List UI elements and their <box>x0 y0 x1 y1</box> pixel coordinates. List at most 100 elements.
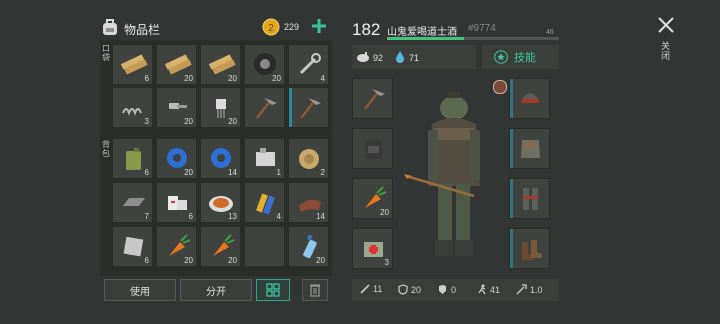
stat-speed: 41 <box>476 284 500 295</box>
durability-bar <box>510 129 513 168</box>
backpack-slot[interactable]: 6 <box>112 138 153 179</box>
close-button[interactable]: 关闭 <box>655 14 677 64</box>
water-value: 71 <box>409 53 420 63</box>
equipment-slot[interactable] <box>509 78 550 119</box>
plus-icon <box>312 19 326 33</box>
backpack-slot[interactable]: 6 <box>112 226 153 267</box>
item-count: 3 <box>384 258 389 267</box>
pocket-slot[interactable]: 20 <box>200 87 241 128</box>
pocket-slot[interactable]: 20 <box>244 44 285 85</box>
backpack-slot[interactable]: 14 <box>200 138 241 179</box>
quick-slot[interactable] <box>352 78 393 119</box>
xp-bar-fill <box>387 37 465 40</box>
item-count: 20 <box>184 168 193 177</box>
pocket-slot[interactable] <box>288 87 329 128</box>
sword-icon <box>360 284 370 294</box>
armor-icon <box>439 285 446 294</box>
xp-bar <box>387 37 559 40</box>
chest-armor-icon <box>521 140 540 158</box>
svg-text:2: 2 <box>268 23 274 34</box>
item-count: 6 <box>144 256 149 265</box>
stat-crit: 1.0 <box>516 284 543 295</box>
character-emblem <box>493 80 507 94</box>
stone-pickaxe-icon <box>300 98 321 119</box>
item-count: 20 <box>184 117 193 126</box>
backpack-slot[interactable]: 20 <box>200 226 241 267</box>
selection-marker <box>289 88 292 127</box>
backpack-slot[interactable]: 20 <box>156 138 197 179</box>
item-count: 6 <box>144 74 149 83</box>
crit-icon <box>516 284 527 295</box>
item-count: 14 <box>228 168 237 177</box>
split-button[interactable]: 分开 <box>180 279 252 301</box>
add-coins-button[interactable] <box>310 17 328 35</box>
stat-attack: 11 <box>360 284 382 294</box>
backpack-slot[interactable]: 13 <box>200 182 241 223</box>
item-count: 20 <box>184 256 193 265</box>
water-drop-icon <box>396 51 404 63</box>
helmet-icon <box>522 93 539 103</box>
equipment-slot[interactable] <box>509 228 550 269</box>
item-count: 13 <box>228 212 237 221</box>
quick-slot[interactable] <box>352 128 393 169</box>
backpack-slot[interactable]: 7 <box>112 182 153 223</box>
pocket-slot[interactable]: 20 <box>156 87 197 128</box>
backpack-slot[interactable]: 6 <box>156 182 197 223</box>
backpack-slot[interactable]: 1 <box>244 138 285 179</box>
item-count: 4 <box>320 74 325 83</box>
item-count: 4 <box>276 212 281 221</box>
sort-button[interactable] <box>256 279 290 301</box>
item-count: 20 <box>272 74 281 83</box>
stat-armor: 0 <box>437 284 456 295</box>
durability-bar <box>510 229 513 268</box>
inventory-title: 物品栏 <box>124 23 161 37</box>
pocket-slot[interactable]: 4 <box>288 44 329 85</box>
character-level: 182 <box>352 20 381 39</box>
pocket-slot[interactable] <box>244 87 285 128</box>
character-model <box>404 92 480 256</box>
item-count: 20 <box>380 208 389 217</box>
backpack-slot[interactable] <box>244 226 285 267</box>
item-count: 6 <box>188 212 193 221</box>
item-count: 3 <box>144 117 149 126</box>
use-button[interactable]: 使用 <box>104 279 176 301</box>
pocket-slot[interactable]: 20 <box>200 44 241 85</box>
food-icon <box>357 52 369 62</box>
backpack-slot[interactable]: 2 <box>288 138 329 179</box>
equipment-slot[interactable] <box>509 128 550 169</box>
backpack-slot[interactable]: 20 <box>156 226 197 267</box>
item-count: 6 <box>144 168 149 177</box>
backpack-slot[interactable]: 14 <box>288 182 329 223</box>
character-id: #9774 <box>468 23 496 34</box>
pocket-slot[interactable]: 3 <box>112 87 153 128</box>
stone-pickaxe-icon <box>256 98 277 119</box>
pocket-label: 口袋 <box>102 44 110 62</box>
durability-bar <box>510 179 513 218</box>
sort-grid-icon <box>266 283 280 297</box>
backpack-slot[interactable]: 4 <box>244 182 285 223</box>
item-count: 20 <box>228 117 237 126</box>
equipment-slot[interactable] <box>509 178 550 219</box>
item-count: 20 <box>316 256 325 265</box>
shield-icon <box>398 284 408 295</box>
trash-button[interactable] <box>302 279 328 301</box>
item-count: 7 <box>144 212 149 221</box>
quick-slot[interactable]: 3 <box>352 228 393 269</box>
item-count: 14 <box>316 212 325 221</box>
quick-slot[interactable]: 20 <box>352 178 393 219</box>
stone-pickaxe-icon <box>364 89 385 110</box>
backpack-slot[interactable]: 20 <box>288 226 329 267</box>
skills-button[interactable]: 技能 <box>482 45 559 69</box>
item-count: 20 <box>228 74 237 83</box>
character-viewport <box>404 78 506 268</box>
food-value: 92 <box>373 53 384 63</box>
close-icon <box>658 17 674 33</box>
stat-defense: 20 <box>398 284 421 295</box>
pocket-slot[interactable]: 20 <box>156 44 197 85</box>
backpack-label: 背包 <box>102 140 110 158</box>
backpack-icon <box>103 19 117 35</box>
coin-count: 229 <box>284 22 300 32</box>
pocket-slot[interactable]: 6 <box>112 44 153 85</box>
coin-icon: 2 <box>262 18 280 36</box>
boots-icon <box>522 240 542 260</box>
